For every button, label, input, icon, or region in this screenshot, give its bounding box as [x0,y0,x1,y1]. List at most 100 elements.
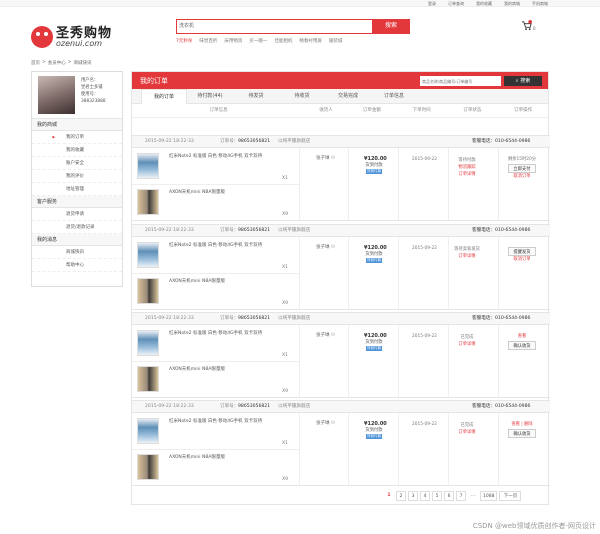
product-image[interactable] [137,189,159,215]
page-button[interactable]: 1088 [480,491,498,501]
service-phone: 客服电话：010-6544-0986 [472,228,531,233]
product-name[interactable]: 红米Note2 标准版 白色 移动4G手机 双卡双待 [169,419,279,425]
product-item[interactable]: 红米Note2 标准版 白色 移动4G手机 双卡双待 X1 [137,150,297,183]
hotword-link[interactable]: 服装城 [329,38,343,44]
site-logo[interactable]: 圣秀购物 ozenui.com [31,26,112,48]
product-image[interactable] [137,366,159,392]
view-link[interactable]: 查看 [502,334,542,340]
logistics-link[interactable]: 物流跟踪 [452,164,482,171]
product-name[interactable]: AXON天机mini NBA限量版 [169,367,279,373]
product-item[interactable]: AXON天机mini NBA限量版 X9 [137,275,297,308]
page-button[interactable]: 6 [444,491,454,501]
order-detail-link[interactable]: 订单详情 [452,341,482,348]
product-qty: X9 [282,212,288,217]
my-mall-link[interactable]: 我的商城 [504,1,520,7]
cancel-order-link[interactable]: 取消订单 [502,174,542,180]
product-name[interactable]: 红米Note2 标准版 白色 移动4G手机 双卡双待 [169,331,279,337]
product-item[interactable]: 红米Note2 标准版 白色 移动4G手机 双卡双待 X1 [137,327,297,360]
tab-pending-payment[interactable]: 待付款(44) [187,89,233,103]
cart-icon[interactable] [521,20,532,31]
view-delete-link[interactable]: 查看 | 删除 [502,422,542,428]
product-name[interactable]: AXON天机mini NBA限量版 [169,190,279,196]
order-detail-link[interactable]: 订单详情 [452,429,482,436]
login-link[interactable]: 登录 [428,1,436,7]
page-button[interactable]: 7 [456,491,466,501]
sidebar-item-account-security[interactable]: 账户安全 [32,157,122,170]
tab-pending-shipment[interactable]: 待发货 [233,89,279,103]
product-image[interactable] [137,278,159,304]
order-number[interactable]: 98653056821 [238,401,270,413]
order-time: 2015-09-22 [412,246,437,251]
my-favorites-link[interactable]: 我的收藏 [476,1,492,7]
sidebar-item-address[interactable]: 地址管理 [32,183,122,196]
page-button[interactable]: 4 [420,491,430,501]
confirm-receipt-button[interactable]: 确认收货 [508,429,536,438]
mobile-mall-link[interactable]: 手机商城 [532,1,548,7]
hot-search-words: 7元秒杀 味觉百折 床用物资 买一赠一 佳能相机 畅春衬用屏 服装城 [176,38,342,44]
shop-name[interactable]: 以纯平服旗舰店 [278,136,310,148]
hotword-link[interactable]: 买一赠一 [249,38,267,44]
breadcrumb-member-center[interactable]: 会员中心 [48,60,66,66]
hotword-link[interactable]: 味觉百折 [199,38,217,44]
page-button[interactable]: 2 [396,491,406,501]
sidebar-item-my-favorites[interactable]: 我的收藏 [32,144,122,157]
page-button[interactable]: 1 [384,491,394,501]
remind-shipment-button[interactable]: 提醒发货 [508,247,536,256]
search-button[interactable]: 搜索 [372,19,410,33]
order-detail-link[interactable]: 订单详情 [452,253,482,260]
col-receiver: 收货人 [319,108,333,113]
sidebar-item-return-request[interactable]: 退货申请 [32,208,122,221]
tab-my-orders[interactable]: 我的订单 [141,89,187,105]
col-amount: 订单金额 [362,108,381,113]
tab-order-info[interactable]: 订单信息 [371,89,417,103]
sidebar-item-my-orders[interactable]: 我的订单 [32,131,122,144]
product-name[interactable]: 红米Note2 标准版 白色 移动4G手机 双卡双待 [169,243,279,249]
order-header: 2015-09-22 18:22:33 订单号： 98653056821 以纯平… [132,225,550,237]
product-name[interactable]: AXON天机mini NBA限量版 [169,279,279,285]
product-image[interactable] [137,242,159,268]
page-button[interactable]: 3 [408,491,418,501]
hotword-link[interactable]: 床用物资 [224,38,242,44]
shop-name[interactable]: 以纯平服旗舰店 [278,313,310,325]
receiver-text: 张子琳 [316,421,330,426]
hotword-link[interactable]: 7元秒杀 [176,38,192,44]
page-button[interactable]: 5 [432,491,442,501]
breadcrumb-current: 商城快讯 [73,61,92,66]
shop-name[interactable]: 以纯平服旗舰店 [278,401,310,413]
product-image[interactable] [137,454,159,480]
product-image[interactable] [137,153,159,179]
sidebar-item-refund-records[interactable]: 退货/退款记录 [32,221,122,234]
product-image[interactable] [137,418,159,444]
order-query-link[interactable]: 订单查询 [448,1,464,7]
product-item[interactable]: AXON天机mini NBA限量版 X9 [137,451,297,484]
product-item[interactable]: 红米Note2 标准版 白色 移动4G手机 双卡双待 X1 [137,415,297,448]
avatar[interactable] [38,76,75,114]
user-icon: ⚇ [330,333,335,338]
search-input[interactable] [179,22,369,28]
breadcrumb-home[interactable]: 首页 [31,60,40,66]
product-item[interactable]: 红米Note2 标准版 白色 移动4G手机 双卡双待 X1 [137,239,297,272]
order-detail-link[interactable]: 订单详情 [452,171,482,178]
order-search-input[interactable] [420,76,501,86]
shop-name[interactable]: 以纯平服旗舰店 [278,225,310,237]
order-number[interactable]: 98653056821 [238,136,270,148]
cancel-order-link[interactable]: 取消订单 [502,257,542,263]
product-item[interactable]: AXON天机mini NBA限量版 X9 [137,186,297,219]
sidebar-item-news[interactable]: 商城快讯 [32,246,122,259]
hotword-link[interactable]: 佳能相机 [274,38,292,44]
product-name[interactable]: AXON天机mini NBA限量版 [169,455,279,461]
next-page-button[interactable]: 下一页 [499,491,522,501]
product-image[interactable] [137,330,159,356]
tab-pending-receipt[interactable]: 待收货 [279,89,325,103]
order-number[interactable]: 98653056821 [238,225,270,237]
hotword-link[interactable]: 畅春衬用屏 [299,38,322,44]
order-number[interactable]: 98653056821 [238,313,270,325]
confirm-receipt-button[interactable]: 确认收货 [508,341,536,350]
order-search-button[interactable]: ⌕ 搜索 [504,76,542,86]
product-name[interactable]: 红米Note2 标准版 白色 移动4G手机 双卡双待 [169,154,279,160]
tab-completed[interactable]: 交易完成 [325,89,371,103]
sidebar-item-my-reviews[interactable]: 我的评价 [32,170,122,183]
pay-now-button[interactable]: 立即支付 [508,164,536,173]
sidebar-item-help[interactable]: 帮助中心 [32,259,122,272]
product-item[interactable]: AXON天机mini NBA限量版 X9 [137,363,297,396]
